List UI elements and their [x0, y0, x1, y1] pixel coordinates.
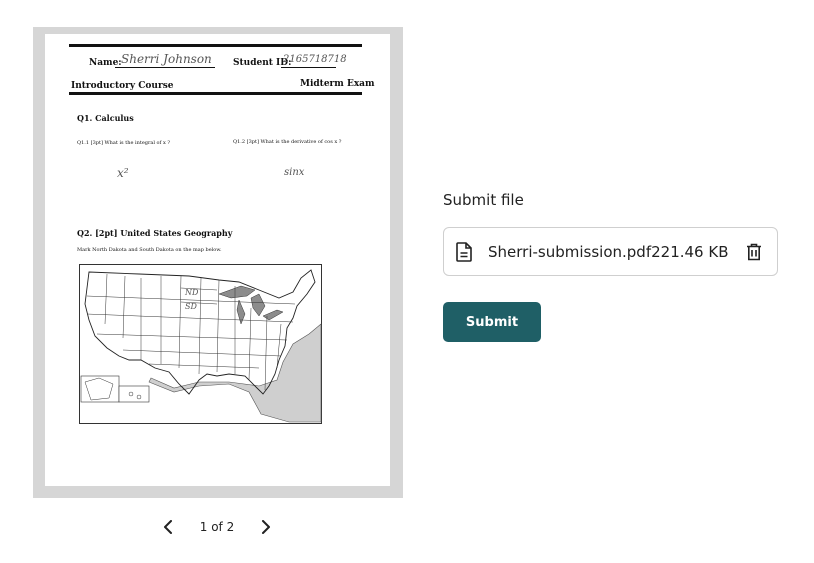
- us-map: ND SD: [79, 264, 322, 424]
- map-mark-sd: SD: [185, 302, 197, 311]
- file-name: Sherri-submission.pdf221.46 KB: [488, 243, 729, 261]
- q1-2-answer: sinx: [284, 167, 305, 178]
- q1-1-answer: x²: [117, 166, 129, 180]
- q1-title: Q1. Calculus: [77, 113, 134, 123]
- document-preview: Name: Sherri Johnson Student ID: 2165718…: [33, 27, 403, 498]
- document-icon: [456, 241, 476, 262]
- file-size: 221.46 KB: [651, 242, 729, 261]
- q1-1-text: Q1.1 [3pt] What is the integral of x ?: [77, 140, 171, 146]
- q2-title: Q2. [2pt] United States Geography: [77, 228, 233, 238]
- student-id-value: 2165718718: [283, 54, 347, 65]
- submit-button[interactable]: Submit: [443, 302, 541, 342]
- q1-2-text: Q1.2 [3pt] What is the derivative of cos…: [233, 139, 342, 145]
- exam-title: Midterm Exam: [300, 79, 375, 89]
- trash-icon[interactable]: [743, 241, 765, 263]
- file-name-text: Sherri-submission.pdf: [488, 242, 652, 261]
- q2-text: Mark North Dakota and South Dakota on th…: [77, 247, 222, 253]
- course-name: Introductory Course: [71, 81, 174, 91]
- name-value: Sherri Johnson: [121, 52, 212, 66]
- exam-page: Name: Sherri Johnson Student ID: 2165718…: [45, 34, 390, 486]
- uploaded-file: Sherri-submission.pdf221.46 KB: [443, 227, 778, 276]
- pagination: 1 of 2: [0, 515, 434, 539]
- chevron-left-icon[interactable]: [158, 517, 178, 537]
- submit-file-label: Submit file: [443, 191, 524, 209]
- page-indicator: 1 of 2: [199, 520, 235, 534]
- map-mark-nd: ND: [184, 288, 199, 297]
- chevron-right-icon[interactable]: [256, 517, 276, 537]
